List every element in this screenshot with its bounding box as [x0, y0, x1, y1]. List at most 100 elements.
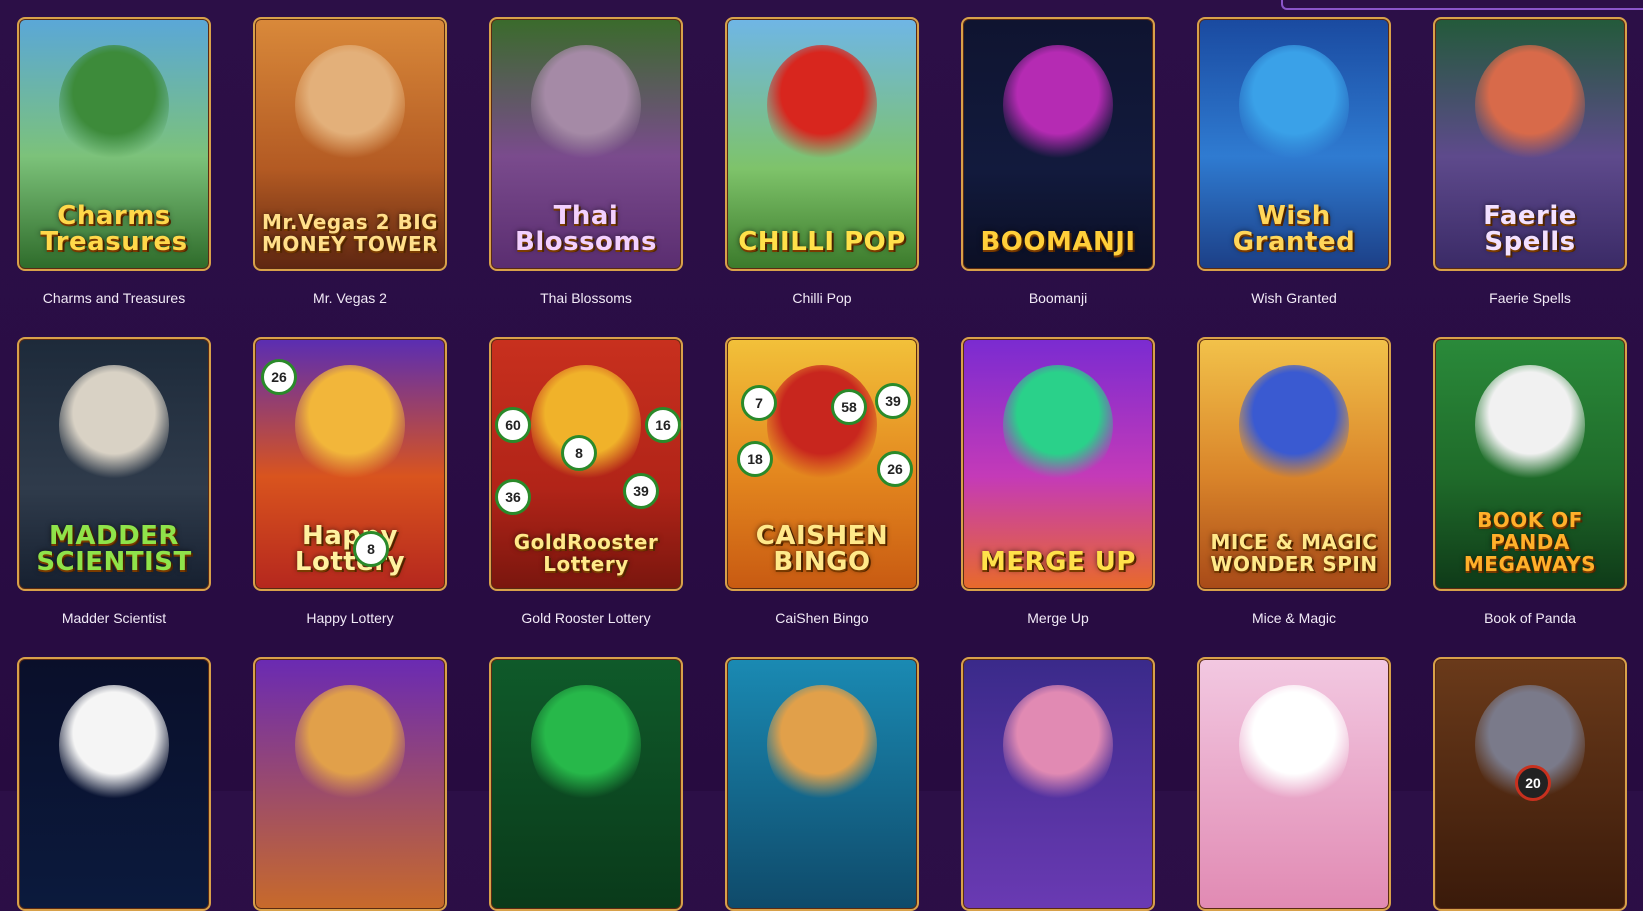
game-card-merge-up[interactable]: MERGE UP Merge Up	[961, 337, 1155, 657]
game-logo: Thai Blossoms	[515, 201, 657, 257]
game-thumbnail[interactable]: BOOMANJI	[961, 17, 1155, 271]
game-artwork	[767, 45, 877, 165]
game-artwork	[1003, 685, 1113, 805]
game-thumbnail[interactable]: 20	[1433, 657, 1627, 911]
game-logo: GoldRooster Lottery	[513, 530, 659, 576]
lottery-ball-icon: 16	[645, 407, 681, 443]
lottery-ball-icon: 8	[561, 435, 597, 471]
game-thumbnail[interactable]: Faerie Spells	[1433, 17, 1627, 271]
game-thumbnail[interactable]: Happy Lottery 26 8	[253, 337, 447, 591]
round-badge-icon: 20	[1515, 765, 1551, 801]
game-artwork	[295, 45, 405, 165]
game-thumbnail[interactable]: MADDER SCIENTIST	[17, 337, 211, 591]
lottery-ball-icon: 39	[623, 473, 659, 509]
game-logo: BOOMANJI	[980, 227, 1136, 257]
game-card-happy-lottery[interactable]: Happy Lottery 26 8 Happy Lottery	[253, 337, 447, 657]
game-card-untitled-15[interactable]	[17, 657, 211, 911]
game-thumbnail[interactable]: MERGE UP	[961, 337, 1155, 591]
game-title[interactable]: Book of Panda	[1433, 610, 1627, 626]
game-logo: CAISHEN BINGO	[755, 521, 889, 577]
lottery-ball-icon: 58	[831, 389, 867, 425]
game-thumbnail[interactable]: MICE & MAGIC WONDER SPIN	[1197, 337, 1391, 591]
game-title[interactable]: Charms and Treasures	[17, 290, 211, 306]
game-card-untitled-17[interactable]	[489, 657, 683, 911]
game-artwork	[1239, 685, 1349, 805]
game-card-charms-and-treasures[interactable]: Charms Treasures Charms and Treasures	[17, 17, 211, 337]
game-card-untitled-16[interactable]	[253, 657, 447, 911]
game-card-thai-blossoms[interactable]: Thai Blossoms Thai Blossoms	[489, 17, 683, 337]
game-thumbnail[interactable]	[961, 657, 1155, 911]
game-card-boomanji[interactable]: BOOMANJI Boomanji	[961, 17, 1155, 337]
game-thumbnail[interactable]	[253, 657, 447, 911]
game-card-caishen-bingo[interactable]: CAISHEN BINGO 7 58 39 18 26 CaiShen Bingo	[725, 337, 919, 657]
game-card-chilli-pop[interactable]: CHILLI POP Chilli Pop	[725, 17, 919, 337]
game-title[interactable]: Faerie Spells	[1433, 290, 1627, 306]
game-title[interactable]: Happy Lottery	[253, 610, 447, 626]
game-title[interactable]: Gold Rooster Lottery	[489, 610, 683, 626]
game-card-untitled-18[interactable]	[725, 657, 919, 911]
game-thumbnail[interactable]: Mr.Vegas 2 BIG MONEY TOWER	[253, 17, 447, 271]
game-title[interactable]: Chilli Pop	[725, 290, 919, 306]
game-logo: MADDER SCIENTIST	[36, 521, 192, 577]
game-thumbnail[interactable]	[725, 657, 919, 911]
game-artwork	[1475, 45, 1585, 165]
game-thumbnail[interactable]	[489, 657, 683, 911]
game-title[interactable]: Madder Scientist	[17, 610, 211, 626]
game-artwork	[295, 365, 405, 485]
game-title[interactable]: Mr. Vegas 2	[253, 290, 447, 306]
game-title[interactable]: Wish Granted	[1197, 290, 1391, 306]
game-artwork	[531, 45, 641, 165]
game-artwork	[59, 365, 169, 485]
game-title[interactable]: CaiShen Bingo	[725, 610, 919, 626]
game-thumbnail[interactable]: CHILLI POP	[725, 17, 919, 271]
game-artwork	[1239, 45, 1349, 165]
lottery-ball-icon: 8	[353, 531, 389, 567]
game-artwork	[1239, 365, 1349, 485]
game-title[interactable]: Merge Up	[961, 610, 1155, 626]
game-logo: Faerie Spells	[1483, 201, 1577, 257]
game-thumbnail[interactable]: GoldRooster Lottery 60 8 16 36 39	[489, 337, 683, 591]
game-thumbnail[interactable]: Thai Blossoms	[489, 17, 683, 271]
game-logo: BOOK OF PANDA MEGAWAYS	[1463, 508, 1597, 576]
game-thumbnail[interactable]: Charms Treasures	[17, 17, 211, 271]
game-card-faerie-spells[interactable]: Faerie Spells Faerie Spells	[1433, 17, 1627, 337]
game-logo: Wish Granted	[1232, 201, 1356, 257]
game-card-mice-and-magic[interactable]: MICE & MAGIC WONDER SPIN Mice & Magic	[1197, 337, 1391, 657]
lottery-ball-icon: 18	[737, 441, 773, 477]
game-logo: Charms Treasures	[40, 201, 188, 257]
game-artwork	[1003, 365, 1113, 485]
game-title[interactable]: Thai Blossoms	[489, 290, 683, 306]
game-card-mr-vegas-2[interactable]: Mr.Vegas 2 BIG MONEY TOWER Mr. Vegas 2	[253, 17, 447, 337]
game-thumbnail[interactable]	[17, 657, 211, 911]
game-artwork	[1003, 45, 1113, 165]
game-artwork	[531, 685, 641, 805]
game-grid: Charms Treasures Charms and Treasures Mr.V…	[17, 17, 1627, 911]
lottery-ball-icon: 26	[261, 359, 297, 395]
game-card-untitled-21[interactable]: 20	[1433, 657, 1627, 911]
lottery-ball-icon: 36	[495, 479, 531, 515]
game-title[interactable]: Mice & Magic	[1197, 610, 1391, 626]
game-logo: MICE & MAGIC WONDER SPIN	[1210, 530, 1378, 576]
game-logo: Mr.Vegas 2 BIG MONEY TOWER	[261, 210, 439, 256]
game-card-gold-rooster-lottery[interactable]: GoldRooster Lottery 60 8 16 36 39 Gold Rooster…	[489, 337, 683, 657]
game-thumbnail[interactable]: Wish Granted	[1197, 17, 1391, 271]
game-card-book-of-panda[interactable]: BOOK OF PANDA MEGAWAYS Book of Panda	[1433, 337, 1627, 657]
game-title[interactable]: Boomanji	[961, 290, 1155, 306]
game-thumbnail[interactable]: CAISHEN BINGO 7 58 39 18 26	[725, 337, 919, 591]
game-card-untitled-20[interactable]	[1197, 657, 1391, 911]
game-thumbnail[interactable]	[1197, 657, 1391, 911]
game-artwork	[767, 365, 877, 485]
game-card-wish-granted[interactable]: Wish Granted Wish Granted	[1197, 17, 1391, 337]
game-artwork	[295, 685, 405, 805]
game-thumbnail[interactable]: BOOK OF PANDA MEGAWAYS	[1433, 337, 1627, 591]
game-artwork	[59, 45, 169, 165]
game-card-madder-scientist[interactable]: MADDER SCIENTIST Madder Scientist	[17, 337, 211, 657]
game-card-untitled-19[interactable]	[961, 657, 1155, 911]
game-logo: Happy Lottery	[294, 521, 406, 577]
game-artwork	[59, 685, 169, 805]
header-accent-border	[1281, 0, 1643, 10]
game-artwork	[767, 685, 877, 805]
game-logo: MERGE UP	[980, 547, 1136, 577]
lottery-ball-icon: 7	[741, 385, 777, 421]
game-logo: CHILLI POP	[738, 227, 906, 257]
